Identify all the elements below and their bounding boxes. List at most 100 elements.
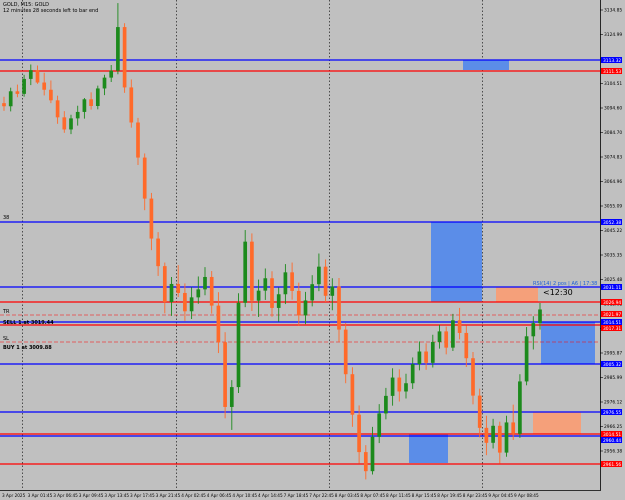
sell-zone[interactable]: [431, 222, 482, 302]
candle-bear: [397, 377, 402, 392]
candle-bull: [518, 381, 522, 434]
candle-bear: [296, 290, 301, 316]
candle-bear: [209, 276, 214, 306]
candle-bull: [82, 99, 87, 112]
level-tag-text: 2961.56: [603, 462, 621, 468]
candle-bull: [491, 425, 495, 443]
sell-order-label: SELL 1 at 3019.44: [3, 320, 54, 326]
time-tick-label: 3 Apr 2025: [2, 493, 26, 498]
price-tick-label: 3025.48: [604, 277, 622, 283]
time-tick-label: 7 Apr 22:45: [309, 493, 334, 498]
price-tick-label: 3064.96: [604, 179, 622, 185]
level-tag-text: 2976.55: [603, 410, 621, 416]
level-tag-text: 3014.51: [603, 320, 621, 326]
candle-bull: [28, 70, 33, 79]
price-tick-label: 2956.38: [604, 449, 622, 455]
candle-bull: [504, 422, 509, 453]
candle-bear: [471, 358, 475, 396]
level-label: TR: [2, 309, 10, 315]
candle-bull: [229, 387, 234, 407]
candle-bear: [35, 70, 40, 83]
candle-bull: [8, 91, 13, 107]
level-tag-text: 3005.32: [603, 362, 621, 368]
candle-bear: [49, 89, 53, 101]
candle-bear: [2, 103, 6, 107]
candle-bear: [142, 157, 147, 199]
level-tag-text: 3113.32: [603, 58, 621, 64]
candle-bear: [323, 266, 328, 296]
level-tag-text: 3052.38: [603, 220, 621, 226]
candle-bear: [464, 332, 469, 359]
time-tick-label: 8 Apr 11:45: [386, 493, 411, 498]
level-tag-text: 3014.51: [603, 432, 621, 438]
candle-bull: [256, 290, 261, 301]
level-tag-text: 3026.94: [603, 300, 621, 306]
time-tick-label: 3 Apr 06:45: [53, 493, 78, 498]
time-tick-label: 8 Apr 23:45: [463, 493, 488, 498]
time-tick-label: 8 Apr 07:45: [360, 493, 385, 498]
candle-bull: [410, 364, 415, 384]
price-tick-label: 3035.35: [604, 253, 622, 259]
candle-bear: [477, 395, 482, 428]
candle-bull: [95, 88, 100, 106]
candle-bull: [75, 111, 80, 119]
price-tick-label: 2966.25: [604, 424, 622, 430]
time-tick-label: 4 Apr 02:45: [181, 493, 206, 498]
take-profit-zone[interactable]: [496, 287, 538, 302]
candle-bull: [243, 241, 248, 303]
level-label: 38: [3, 215, 9, 221]
candle-bull: [310, 284, 315, 301]
candle-bull: [451, 320, 455, 348]
time-tick-label: 3 Apr 21:45: [156, 493, 181, 498]
candle-bull: [531, 323, 536, 337]
candle-bear: [444, 331, 449, 348]
price-tick-label: 2985.99: [604, 375, 622, 381]
time-tick-label: 3 Apr 13:45: [104, 493, 129, 498]
candle-bull: [370, 436, 375, 472]
candle-bear: [424, 351, 428, 363]
candle-bull: [303, 300, 308, 316]
level-tag-text: 3031.11: [603, 285, 621, 291]
demand-zone[interactable]: [409, 434, 448, 463]
chart-window[interactable]: 38 TR SL SELL 1 at 3019.44 BUY 1 at 3009…: [0, 0, 625, 500]
price-tick-label: 2976.12: [604, 400, 622, 406]
time-axis[interactable]: 3 Apr 2025 3 Apr 01:45 3 Apr 06:45 3 Apr 09…: [0, 490, 625, 500]
price-scale[interactable]: 3134.853124.993115.163104.513094.603084.…: [600, 0, 625, 490]
target-zone[interactable]: [533, 412, 581, 434]
candle-bear: [15, 91, 20, 94]
candle-bear: [270, 278, 274, 308]
candle-bear: [511, 422, 516, 434]
time-tick-label: 3 Apr 17:45: [130, 493, 155, 498]
sell-zone-upper[interactable]: [463, 60, 509, 70]
candle-bull: [330, 286, 335, 296]
candle-bear: [223, 342, 227, 407]
price-tick-label: 3055.09: [604, 204, 622, 210]
candle-bear: [149, 198, 154, 239]
candle-bull: [22, 78, 26, 94]
candle-bull: [109, 70, 114, 78]
time-tick-label: 4 Apr 06:45: [207, 493, 232, 498]
price-tick-label: 3074.83: [604, 155, 622, 161]
candle-bear: [55, 100, 60, 118]
candle-bear: [183, 292, 187, 312]
level-label: SL: [3, 336, 9, 342]
price-tick-label: 2995.87: [604, 351, 622, 357]
candle-bear: [290, 272, 294, 291]
price-tick-label: 3134.85: [604, 8, 622, 14]
candle-bear: [162, 266, 167, 302]
bar-countdown: 12 minutes 28 seconds left to bar end: [3, 8, 99, 14]
candle-bull: [377, 413, 382, 437]
candle-bull: [317, 266, 321, 285]
candle-bear: [497, 425, 502, 453]
price-chart[interactable]: 38 TR SL SELL 1 at 3019.44 BUY 1 at 3009…: [0, 0, 625, 500]
candle-bear: [350, 374, 355, 415]
time-tick-label: 9 Apr 04:45: [488, 493, 513, 498]
candle-bull: [116, 27, 120, 71]
entry-zone[interactable]: [541, 322, 595, 364]
time-tick-label: 8 Apr 03:45: [335, 493, 360, 498]
candle-bull: [283, 272, 288, 295]
rsi-label: RSI(14) 2 pos | A6 | 17:38: [533, 281, 597, 287]
candle-bear: [42, 82, 47, 90]
candle-bull: [390, 377, 395, 396]
candle-bull: [236, 302, 241, 388]
